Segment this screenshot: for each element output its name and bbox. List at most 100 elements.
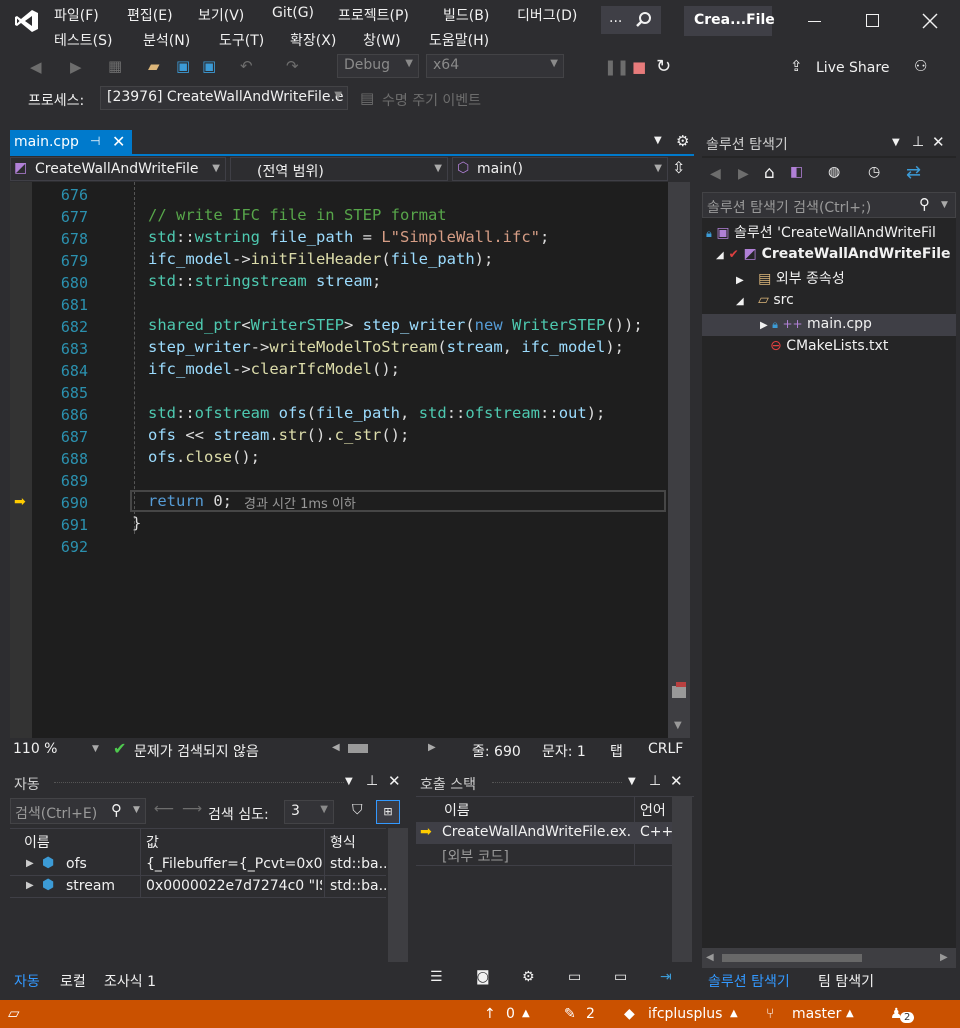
feedback-icon[interactable]: ⚇ (914, 57, 927, 75)
tab-overflow-icon[interactable]: ▼ (654, 135, 662, 146)
autos-col-value[interactable]: 값 (146, 832, 159, 852)
push-arrow-icon[interactable]: ↑ (484, 1006, 496, 1022)
callstack-v-scrollbar[interactable] (672, 796, 692, 962)
callstack-col-name[interactable]: 이름 (444, 800, 470, 820)
tab-autos[interactable]: 자동 (14, 971, 40, 991)
function-nav-dropdown[interactable]: ⬡ main() ▼ (452, 157, 668, 181)
changes-count[interactable]: 2 (586, 1006, 595, 1022)
globe-icon[interactable]: ◍ (828, 164, 840, 180)
split-editor-icon[interactable]: ⇳ (672, 158, 685, 177)
tree-solution[interactable]: 🔒︎ ▣ 솔루션 'CreateWallAndWriteFil (706, 222, 936, 242)
config-dropdown[interactable]: Debug ▼ (337, 54, 419, 78)
maximize-icon[interactable] (866, 14, 879, 27)
panel-menu-icon[interactable]: ▼ (345, 776, 353, 787)
chevron-up-icon[interactable]: ▲ (730, 1008, 738, 1019)
menu-view[interactable]: 보기(V) (198, 5, 244, 25)
close-icon[interactable]: ✕ (670, 772, 683, 790)
menu-help[interactable]: 도움말(H) (429, 30, 489, 50)
history-icon[interactable]: ◷ (868, 164, 880, 180)
pin-icon[interactable]: ⊣ (90, 134, 100, 148)
status-message-icon[interactable]: ▱ (8, 1004, 20, 1022)
close-icon[interactable]: ✕ (388, 772, 401, 790)
menu-edit[interactable]: 편집(E) (127, 5, 173, 25)
panel-menu-icon[interactable]: ▼ (892, 137, 900, 148)
tab-watch-1[interactable]: 조사식 1 (104, 971, 156, 991)
process-dropdown[interactable]: [23976] CreateWallAndWriteFile.e ▼ (100, 86, 348, 110)
solution-search-input[interactable]: 솔루션 탐색기 검색(Ctrl+;) (707, 197, 871, 217)
menu-extensions[interactable]: 확장(X) (290, 30, 336, 50)
issues-status[interactable]: 문제가 검색되지 않음 (134, 741, 259, 761)
autos-col-type[interactable]: 형식 (330, 832, 356, 852)
global-search-box[interactable]: ... (601, 6, 661, 34)
autos-v-scrollbar[interactable] (388, 828, 408, 962)
autos-col-name[interactable]: 이름 (24, 832, 50, 852)
zoom-level[interactable]: 110 % (13, 741, 57, 757)
menu-git[interactable]: Git(G) (272, 5, 314, 21)
back-icon[interactable]: ◀ (710, 166, 721, 182)
exception-settings-tab-icon[interactable]: ⚙ (522, 969, 535, 985)
sync-icon[interactable]: ⇄ (906, 162, 921, 183)
table-row[interactable]: [외부 코드] (416, 844, 672, 866)
push-count[interactable]: 0 (506, 1006, 515, 1022)
menu-debug[interactable]: 디버그(D) (517, 5, 577, 25)
search-icon[interactable]: ⚲ (111, 801, 122, 819)
close-tab-icon[interactable]: ✕ (112, 132, 125, 151)
gear-icon[interactable]: ⚙ (676, 132, 689, 150)
search-icon[interactable]: ⚲ (919, 195, 930, 213)
forward-icon[interactable]: ▶ (738, 166, 749, 182)
table-row[interactable]: ➡ CreateWallAndWriteFile.ex... C++ (416, 822, 673, 844)
save-icon[interactable]: ▣ (176, 57, 190, 75)
branch-icon[interactable]: ⑂ (766, 1006, 774, 1022)
restart-icon[interactable]: ↻ (656, 56, 671, 77)
h-scroll-thumb[interactable] (348, 744, 368, 753)
redo-icon[interactable]: ↷ (286, 57, 299, 75)
pin-icon[interactable]: ⊥ (366, 773, 378, 789)
h-scroll-thumb[interactable] (722, 954, 862, 962)
menu-analyze[interactable]: 분석(N) (143, 30, 190, 50)
vs-logo-icon[interactable] (14, 8, 40, 34)
output-tab-icon[interactable]: ⇥ (660, 969, 672, 985)
lifecycle-icon[interactable]: ▤ (360, 89, 374, 107)
scope-nav-dropdown[interactable]: (전역 범위) ▼ (230, 157, 448, 181)
save-all-icon[interactable]: ▣ (202, 57, 216, 75)
expand-icon[interactable]: ▶ (736, 275, 744, 286)
h-scroll-left-icon[interactable]: ◀ (332, 742, 340, 753)
pin-icon[interactable]: ⊥ (649, 773, 661, 789)
stop-icon[interactable]: ■ (632, 58, 646, 76)
tree-src-folder[interactable]: ◢ ▱ src (736, 292, 794, 308)
menu-tools[interactable]: 도구(T) (219, 30, 264, 50)
close-icon[interactable] (921, 10, 939, 30)
editor-v-scrollbar[interactable]: ▼ (668, 182, 690, 738)
table-row[interactable]: ▶ ⬢ ofs {_Filebuffer={_Pcvt=0x00... std:… (10, 854, 386, 876)
tab-solution-explorer[interactable]: 솔루션 탐색기 (708, 971, 790, 991)
callstack-col-lang[interactable]: 언어 (640, 800, 666, 820)
platform-dropdown[interactable]: x64 ▼ (426, 54, 564, 78)
expand-icon[interactable]: ▶ (26, 858, 34, 869)
tab-team-explorer[interactable]: 팀 탐색기 (818, 971, 874, 991)
scroll-right-icon[interactable]: ▶ (940, 952, 948, 963)
scroll-left-icon[interactable]: ◀ (706, 952, 714, 963)
pencil-icon[interactable]: ✎ (564, 1006, 576, 1022)
scroll-down-icon[interactable]: ▼ (674, 720, 682, 731)
tree-main-cpp[interactable]: ▶ 🔒︎ ++ main.cpp (760, 316, 872, 332)
tree-cmakelists[interactable]: ⊖ CMakeLists.txt (770, 338, 888, 354)
lifecycle-events-button[interactable]: 수명 주기 이벤트 (382, 90, 481, 110)
expand-icon[interactable]: ▶ (760, 320, 768, 331)
hex-toggle-icon[interactable]: ⊞ (376, 800, 400, 824)
filter-icon[interactable]: ⛉ (352, 802, 363, 818)
repo-icon[interactable]: ◆ (624, 1006, 635, 1022)
tree-external-deps[interactable]: ▶ ▤ 외부 종속성 (736, 268, 845, 288)
immediate-window-tab-icon[interactable]: ▭ (614, 969, 627, 985)
autos-search-box[interactable]: 검색(Ctrl+E) ⚲ ▼ (10, 798, 146, 824)
code-editor[interactable]: ➡ 676 677 678 679 680 681 682 683 684 68… (10, 182, 690, 738)
pause-icon[interactable]: ❚❚ (604, 58, 629, 76)
home-icon[interactable]: ⌂ (764, 163, 775, 183)
live-share-button[interactable]: Live Share (816, 60, 889, 76)
new-item-icon[interactable]: ▦ (108, 57, 122, 75)
back-icon[interactable]: ◀ (30, 58, 42, 76)
open-folder-icon[interactable]: ▰ (148, 57, 160, 75)
command-window-tab-icon[interactable]: ▭ (568, 969, 581, 985)
tree-project[interactable]: ◢ ✔ ◩ CreateWallAndWriteFile (716, 246, 951, 262)
search-forward-icon[interactable]: ⟶ (182, 801, 202, 817)
tab-locals[interactable]: 로컬 (60, 971, 86, 991)
